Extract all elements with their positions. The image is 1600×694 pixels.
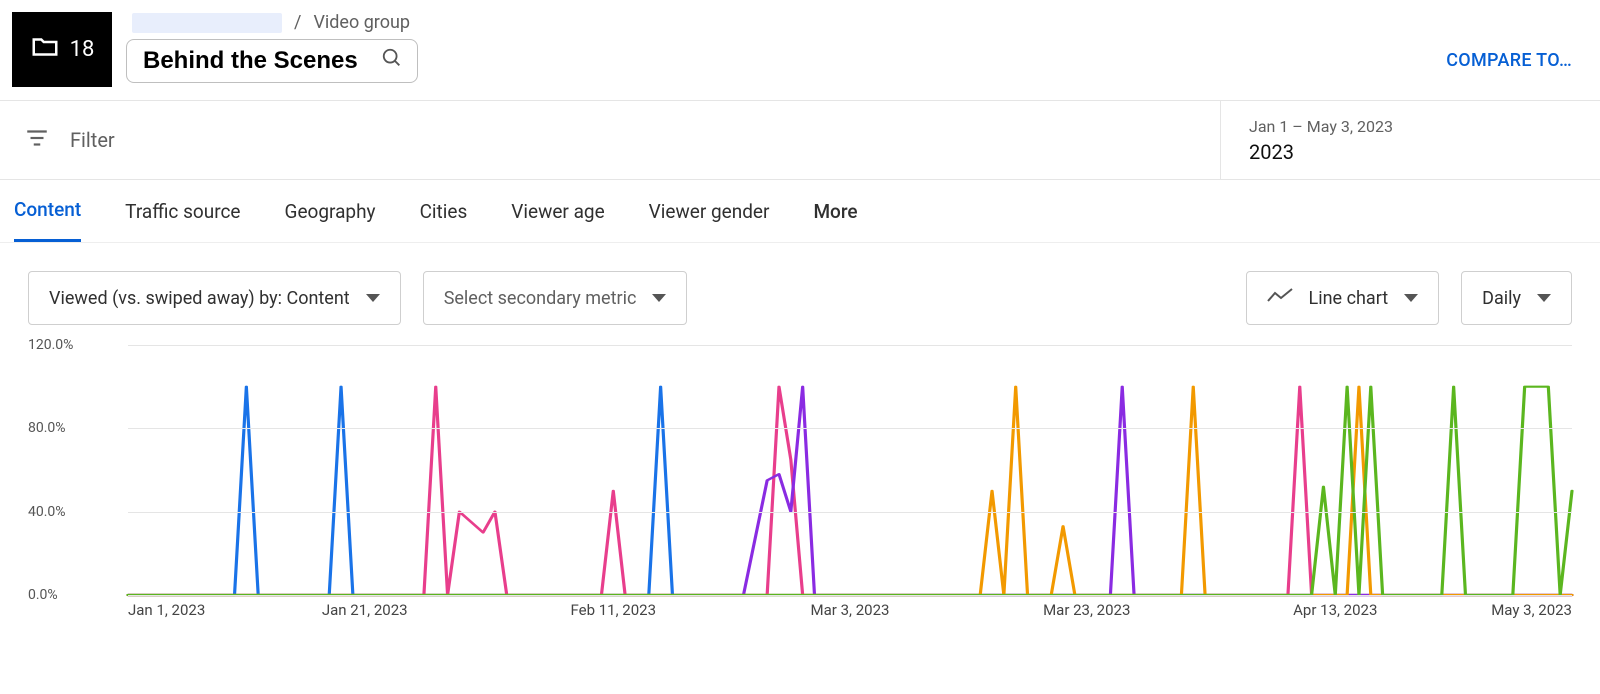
title-search-input[interactable] bbox=[141, 46, 371, 76]
chart-x-axis: Jan 1, 2023 Jan 21, 2023 Feb 11, 2023 Mar 3… bbox=[128, 595, 1572, 625]
tab-geography[interactable]: Geography bbox=[285, 200, 376, 241]
date-range-text: Jan 1 – May 3, 2023 bbox=[1249, 117, 1393, 136]
chevron-down-icon bbox=[1404, 294, 1418, 302]
tab-viewer-gender[interactable]: Viewer gender bbox=[649, 200, 770, 241]
dimension-tabs: Content Traffic source Geography Cities View… bbox=[0, 180, 1600, 243]
chart-type-select[interactable]: Line chart bbox=[1246, 271, 1440, 325]
x-tick-label: May 3, 2023 bbox=[1491, 601, 1572, 619]
tab-more[interactable]: More bbox=[813, 200, 863, 241]
tab-content[interactable]: Content bbox=[14, 198, 81, 242]
y-tick-label: 40.0% bbox=[28, 504, 66, 520]
chevron-down-icon bbox=[1537, 294, 1551, 302]
date-preset-text: 2023 bbox=[1249, 140, 1393, 164]
filter-icon bbox=[24, 125, 50, 156]
chart-series bbox=[128, 387, 1572, 595]
folder-icon bbox=[30, 32, 60, 68]
chart-series bbox=[128, 387, 1572, 595]
chevron-down-icon bbox=[652, 294, 666, 302]
granularity-label: Daily bbox=[1482, 288, 1521, 309]
group-count: 18 bbox=[70, 37, 95, 62]
x-tick-label: Apr 13, 2023 bbox=[1293, 601, 1377, 619]
secondary-metric-select[interactable]: Select secondary metric bbox=[423, 271, 688, 325]
breadcrumb-channel[interactable] bbox=[132, 13, 282, 33]
granularity-select[interactable]: Daily bbox=[1461, 271, 1572, 325]
breadcrumb-current: Video group bbox=[313, 12, 410, 33]
x-tick-label: Jan 1, 2023 bbox=[128, 601, 205, 619]
x-tick-label: Mar 3, 2023 bbox=[811, 601, 890, 619]
breadcrumb: / Video group bbox=[126, 12, 1572, 33]
chart-y-axis: 0.0%40.0%80.0%120.0% bbox=[28, 345, 128, 595]
chart-series bbox=[128, 387, 1572, 595]
filter-left[interactable]: Filter bbox=[0, 101, 1220, 179]
x-tick-label: Mar 23, 2023 bbox=[1043, 601, 1130, 619]
search-icon bbox=[381, 47, 403, 75]
chart-type-label: Line chart bbox=[1309, 288, 1389, 309]
chart-series bbox=[128, 387, 1572, 595]
filter-placeholder: Filter bbox=[70, 128, 115, 152]
y-tick-label: 120.0% bbox=[28, 337, 73, 353]
y-tick-label: 80.0% bbox=[28, 420, 66, 436]
title-search[interactable] bbox=[126, 39, 418, 83]
secondary-metric-placeholder: Select secondary metric bbox=[444, 288, 637, 309]
page-header: 18 / Video group COMPARE TO… bbox=[0, 0, 1600, 100]
line-chart-icon bbox=[1267, 287, 1293, 310]
line-chart: 0.0%40.0%80.0%120.0% Jan 1, 2023Jan 21, … bbox=[28, 345, 1572, 625]
tab-cities[interactable]: Cities bbox=[420, 200, 468, 241]
date-range-selector[interactable]: Jan 1 – May 3, 2023 2023 bbox=[1220, 101, 1600, 179]
group-tile[interactable]: 18 bbox=[12, 12, 112, 87]
filter-bar: Filter Jan 1 – May 3, 2023 2023 bbox=[0, 100, 1600, 180]
header-center: / Video group bbox=[126, 12, 1572, 83]
primary-metric-select[interactable]: Viewed (vs. swiped away) by: Content bbox=[28, 271, 401, 325]
tab-traffic-source[interactable]: Traffic source bbox=[125, 200, 240, 241]
chart-plot-area bbox=[128, 345, 1572, 595]
y-tick-label: 0.0% bbox=[28, 587, 58, 603]
primary-metric-label: Viewed (vs. swiped away) by: Content bbox=[49, 288, 350, 309]
chart-controls: Viewed (vs. swiped away) by: Content Sel… bbox=[0, 243, 1600, 325]
chart-container: 0.0% 40.0% 80.0% 120.0% Jan 1, 2023 Jan 21, … bbox=[0, 325, 1600, 635]
compare-to-button[interactable]: COMPARE TO… bbox=[1446, 50, 1572, 71]
chart-series bbox=[128, 387, 1572, 595]
chevron-down-icon bbox=[366, 294, 380, 302]
tab-viewer-age[interactable]: Viewer age bbox=[511, 200, 604, 241]
breadcrumb-sep: / bbox=[294, 12, 301, 33]
x-tick-label: Feb 11, 2023 bbox=[571, 601, 657, 619]
x-tick-label: Jan 21, 2023 bbox=[322, 601, 408, 619]
